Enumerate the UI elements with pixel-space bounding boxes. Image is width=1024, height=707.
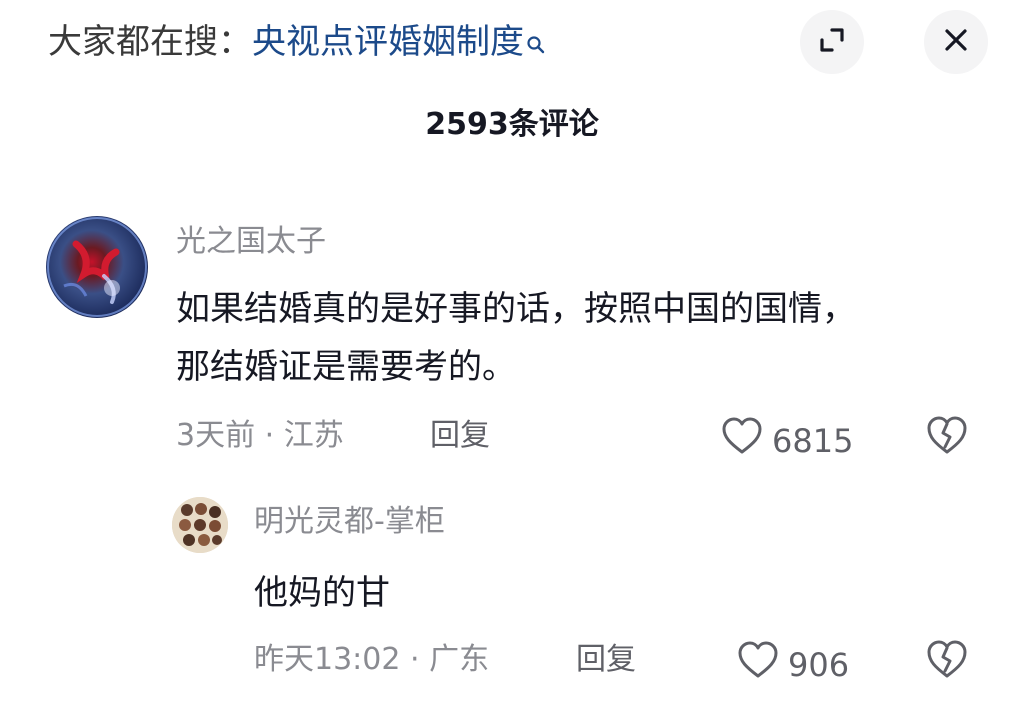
avatar[interactable] xyxy=(46,216,148,318)
comment-count-title: 2593条评论 xyxy=(425,107,599,142)
search-icon[interactable] xyxy=(526,20,546,68)
heart-icon xyxy=(720,416,764,465)
avatar-image xyxy=(172,497,228,553)
avatar-image xyxy=(47,217,147,317)
search-suggestion-query[interactable]: 央视点评婚姻制度 xyxy=(252,22,524,62)
comment-text: 如果结婚真的是好事的话，按照中国的国情， 那结婚证是需要考的。 xyxy=(176,280,856,396)
close-icon xyxy=(942,26,970,58)
comment-text-line: 如果结婚真的是好事的话，按照中国的国情， xyxy=(176,289,856,329)
broken-heart-icon xyxy=(924,640,970,684)
dislike-button[interactable] xyxy=(924,414,970,460)
like-button[interactable]: 906 xyxy=(736,640,849,689)
like-count: 906 xyxy=(788,645,850,684)
search-suggestion-prefix: 大家都在搜： xyxy=(48,22,252,62)
expand-button[interactable] xyxy=(800,10,864,74)
close-button[interactable] xyxy=(924,10,988,74)
reply-time-location: 昨天13:02 · 广东 xyxy=(254,642,490,677)
comment-username[interactable]: 光之国太子 xyxy=(176,222,326,262)
comment-text-line: 那结婚证是需要考的。 xyxy=(176,347,516,387)
avatar[interactable] xyxy=(172,497,228,553)
reply-username[interactable]: 明光灵都-掌柜 xyxy=(254,502,445,542)
like-button[interactable]: 6815 xyxy=(720,416,853,465)
like-count: 6815 xyxy=(772,421,854,460)
comment-time-location: 3天前 · 江苏 xyxy=(176,418,344,453)
heart-icon xyxy=(736,640,780,689)
reply-text: 他妈的甘 xyxy=(254,573,390,613)
top-bar: 大家都在搜：央视点评婚姻制度 xyxy=(0,0,1024,90)
dislike-button[interactable] xyxy=(924,638,970,684)
reply-button[interactable]: 回复 xyxy=(430,416,490,456)
search-suggestion[interactable]: 大家都在搜：央视点评婚姻制度 xyxy=(48,18,546,68)
reply-button[interactable]: 回复 xyxy=(576,640,636,680)
broken-heart-icon xyxy=(924,416,970,460)
expand-icon xyxy=(817,25,847,59)
